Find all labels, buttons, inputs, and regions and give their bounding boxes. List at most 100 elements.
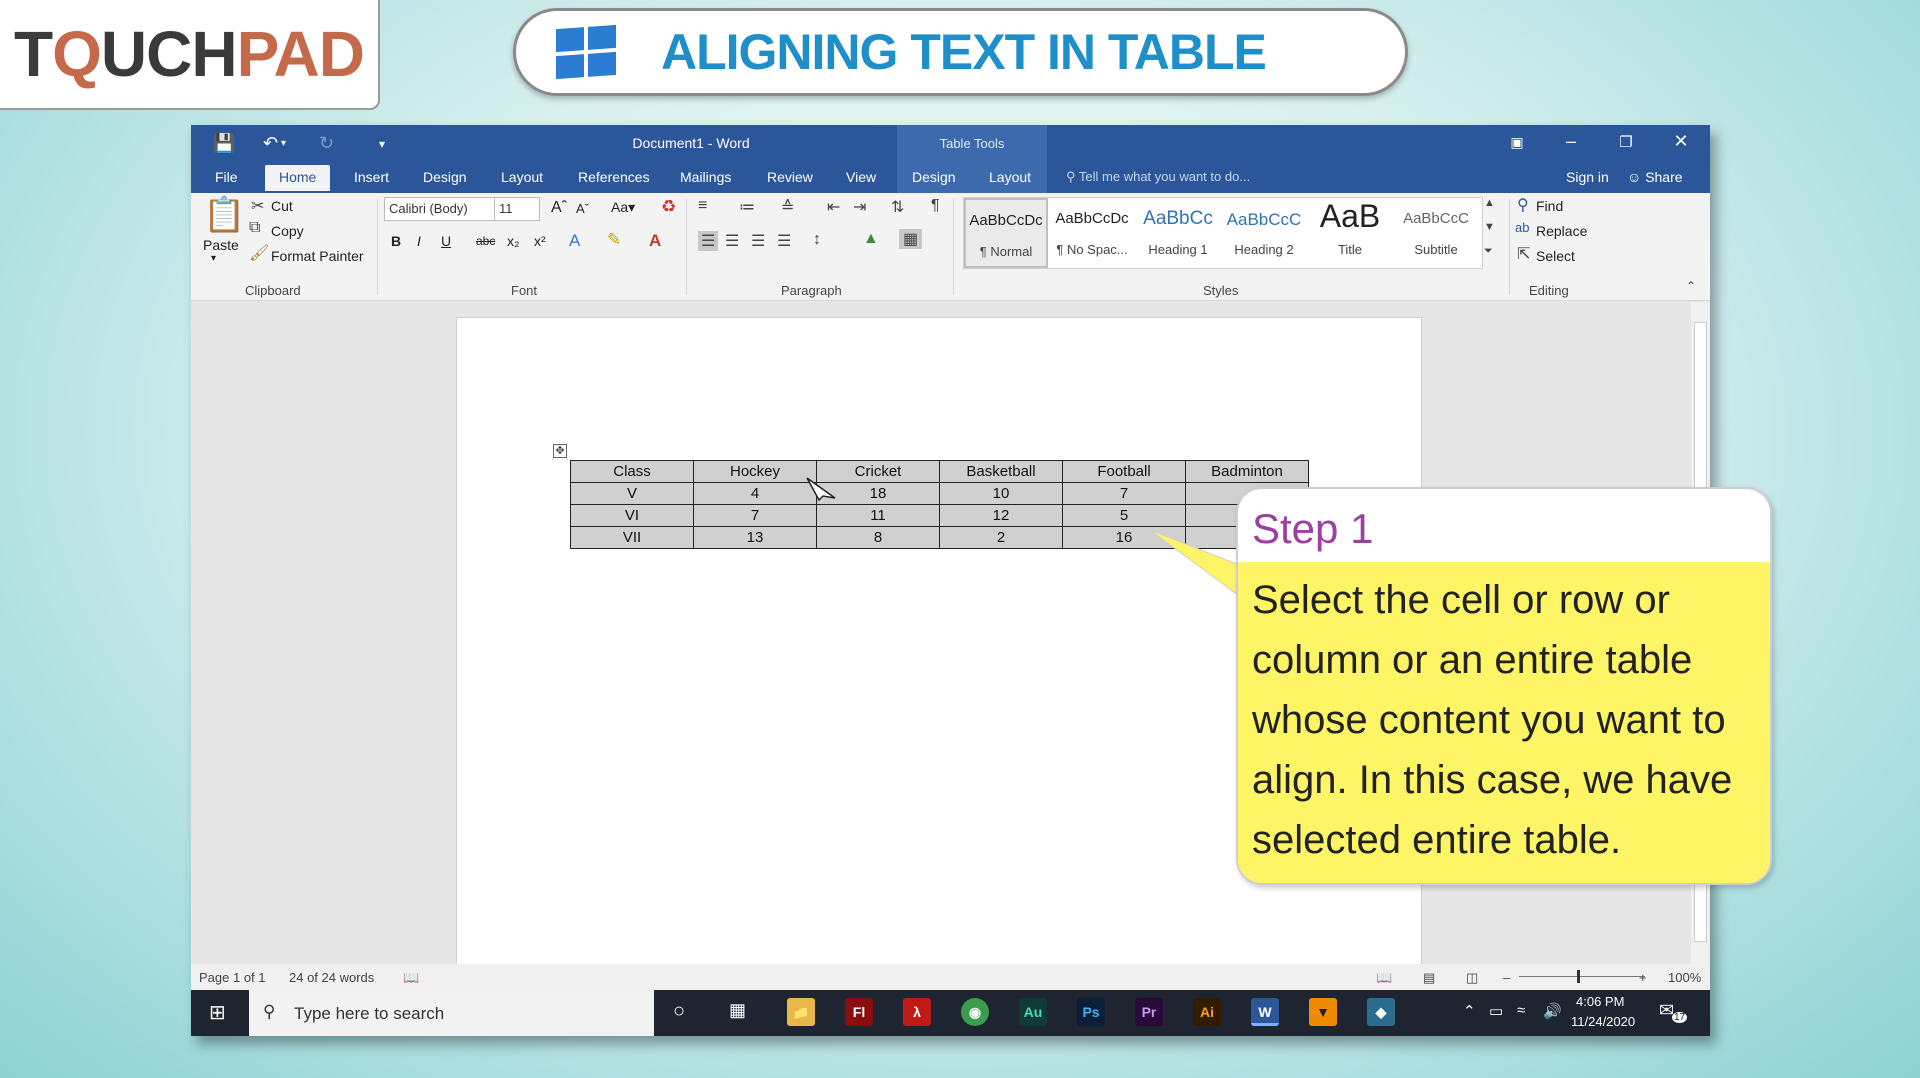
- table-cell[interactable]: 5: [1062, 504, 1186, 527]
- illustrator-icon[interactable]: Ai: [1193, 998, 1221, 1026]
- restore-icon[interactable]: ❐: [1611, 133, 1641, 151]
- borders-icon[interactable]: ▦: [899, 229, 923, 249]
- table-cell[interactable]: 8: [816, 526, 940, 549]
- copy-button[interactable]: Copy: [271, 223, 304, 239]
- increase-indent-icon[interactable]: ⇥: [853, 197, 866, 217]
- table-cell[interactable]: VII: [570, 526, 694, 549]
- font-name-field[interactable]: Calibri (Body): [384, 197, 496, 221]
- table-cell[interactable]: 4: [693, 482, 817, 505]
- taskbar-search-box[interactable]: ⚲ Type here to search: [249, 990, 654, 1036]
- tab-file[interactable]: File: [215, 169, 238, 185]
- redo-icon[interactable]: ↻: [319, 133, 334, 154]
- clear-formatting-icon[interactable]: ♻: [661, 197, 676, 217]
- style-heading-1[interactable]: AaBbCc Heading 1: [1136, 198, 1220, 268]
- flash-app-icon[interactable]: Fl: [845, 998, 873, 1026]
- clock-time[interactable]: 4:06 PM: [1576, 994, 1624, 1009]
- underline-button[interactable]: U: [441, 233, 451, 249]
- zoom-slider[interactable]: [1519, 976, 1645, 977]
- multilevel-list-icon[interactable]: ≙: [781, 197, 794, 217]
- superscript-button[interactable]: x²: [534, 233, 546, 249]
- align-center-icon[interactable]: ☰: [725, 231, 739, 251]
- acrobat-icon[interactable]: λ: [903, 998, 931, 1026]
- strikethrough-button[interactable]: abc: [476, 234, 495, 248]
- subscript-button[interactable]: x₂: [507, 233, 519, 249]
- sign-in-link[interactable]: Sign in: [1566, 169, 1609, 185]
- tell-me-box[interactable]: ⚲ Tell me what you want to do...: [1066, 169, 1250, 185]
- table-row[interactable]: VI 7 11 12 5: [570, 504, 1309, 527]
- styles-more-icon[interactable]: ⏷: [1484, 245, 1493, 258]
- save-icon[interactable]: 💾: [213, 133, 235, 154]
- read-mode-icon[interactable]: 📖: [1376, 970, 1392, 986]
- chrome-icon[interactable]: ◉: [961, 998, 989, 1026]
- cut-button[interactable]: Cut: [271, 198, 293, 214]
- table-row[interactable]: V 4 18 10 7: [570, 482, 1309, 505]
- numbering-icon[interactable]: ≔: [739, 197, 755, 217]
- tab-review[interactable]: Review: [767, 169, 813, 185]
- paste-icon[interactable]: 📋: [203, 195, 245, 235]
- justify-icon[interactable]: ☰: [777, 231, 791, 251]
- wifi-icon[interactable]: ≈: [1517, 1002, 1525, 1019]
- undo-dropdown-icon[interactable]: ▾: [281, 138, 286, 149]
- table-cell[interactable]: 7: [1062, 482, 1186, 505]
- word-taskbar-icon[interactable]: W: [1251, 998, 1279, 1026]
- show-paragraph-marks-icon[interactable]: ¶: [931, 197, 940, 215]
- table-cell[interactable]: VI: [570, 504, 694, 527]
- select-button[interactable]: Select: [1536, 248, 1575, 264]
- show-hidden-icons-icon[interactable]: ⌃: [1463, 1002, 1476, 1020]
- find-button[interactable]: Find: [1536, 198, 1563, 214]
- font-color-icon[interactable]: A: [649, 231, 661, 251]
- app-diamond-icon[interactable]: ◆: [1367, 998, 1395, 1026]
- bold-button[interactable]: B: [391, 233, 401, 249]
- close-icon[interactable]: ✕: [1666, 131, 1696, 152]
- styles-scroll-down-icon[interactable]: ▼: [1484, 221, 1495, 233]
- table-header-cell[interactable]: Hockey: [693, 460, 817, 483]
- italic-button[interactable]: I: [417, 233, 421, 249]
- format-painter-button[interactable]: Format Painter: [271, 248, 364, 264]
- style-normal[interactable]: AaBbCcDc ¶ Normal: [964, 198, 1048, 268]
- table-cell[interactable]: 7: [693, 504, 817, 527]
- table-cell[interactable]: 2: [939, 526, 1063, 549]
- collapse-ribbon-icon[interactable]: ⌃: [1686, 279, 1696, 293]
- align-right-icon[interactable]: ☰: [751, 231, 765, 251]
- table-move-handle-icon[interactable]: ✥: [553, 444, 567, 458]
- table-header-cell[interactable]: Badminton: [1185, 460, 1309, 483]
- zoom-level[interactable]: 100%: [1668, 970, 1701, 985]
- tab-table-design[interactable]: Design: [912, 169, 956, 185]
- minimize-icon[interactable]: –: [1556, 131, 1586, 152]
- tab-table-layout[interactable]: Layout: [989, 169, 1031, 185]
- sort-icon[interactable]: ⇅: [891, 197, 904, 217]
- zoom-out-icon[interactable]: –: [1503, 970, 1510, 985]
- style-title[interactable]: AaB Title: [1308, 198, 1392, 268]
- tab-view[interactable]: View: [846, 169, 876, 185]
- table-cell[interactable]: 11: [816, 504, 940, 527]
- table-header-cell[interactable]: Basketball: [939, 460, 1063, 483]
- table-header-cell[interactable]: Football: [1062, 460, 1186, 483]
- word-count[interactable]: 24 of 24 words: [289, 970, 374, 985]
- tab-insert[interactable]: Insert: [354, 169, 389, 185]
- zoom-in-icon[interactable]: +: [1639, 970, 1647, 985]
- style-no-spacing[interactable]: AaBbCcDc ¶ No Spac...: [1050, 198, 1134, 268]
- table-header-row[interactable]: Class Hockey Cricket Basketball Football…: [570, 460, 1309, 483]
- share-button[interactable]: ☺ Share: [1627, 169, 1683, 185]
- customize-qat-icon[interactable]: ▾: [379, 137, 385, 151]
- table-header-cell[interactable]: Class: [570, 460, 694, 483]
- tab-mailings[interactable]: Mailings: [680, 169, 731, 185]
- volume-icon[interactable]: 🔊: [1543, 1002, 1562, 1020]
- highlight-color-icon[interactable]: ✎: [607, 230, 621, 250]
- task-view-icon[interactable]: ▦: [729, 1000, 746, 1021]
- styles-scroll-up-icon[interactable]: ▲: [1484, 197, 1495, 209]
- proofing-icon[interactable]: 📖: [403, 970, 419, 986]
- ribbon-display-options-icon[interactable]: ▣: [1502, 134, 1532, 151]
- shrink-font-icon[interactable]: Aˇ: [576, 201, 589, 216]
- tab-home[interactable]: Home: [265, 165, 331, 191]
- paste-button[interactable]: Paste: [203, 237, 239, 253]
- style-heading-2[interactable]: AaBbCcC Heading 2: [1222, 198, 1306, 268]
- web-layout-icon[interactable]: ◫: [1466, 970, 1478, 986]
- tab-layout[interactable]: Layout: [501, 169, 543, 185]
- line-spacing-icon[interactable]: ↕: [813, 231, 821, 249]
- cortana-icon[interactable]: ○: [673, 1000, 685, 1023]
- clock-date[interactable]: 11/24/2020: [1571, 1014, 1635, 1029]
- table-cell[interactable]: 13: [693, 526, 817, 549]
- premiere-icon[interactable]: Pr: [1135, 998, 1163, 1026]
- undo-icon[interactable]: ↶: [263, 133, 278, 154]
